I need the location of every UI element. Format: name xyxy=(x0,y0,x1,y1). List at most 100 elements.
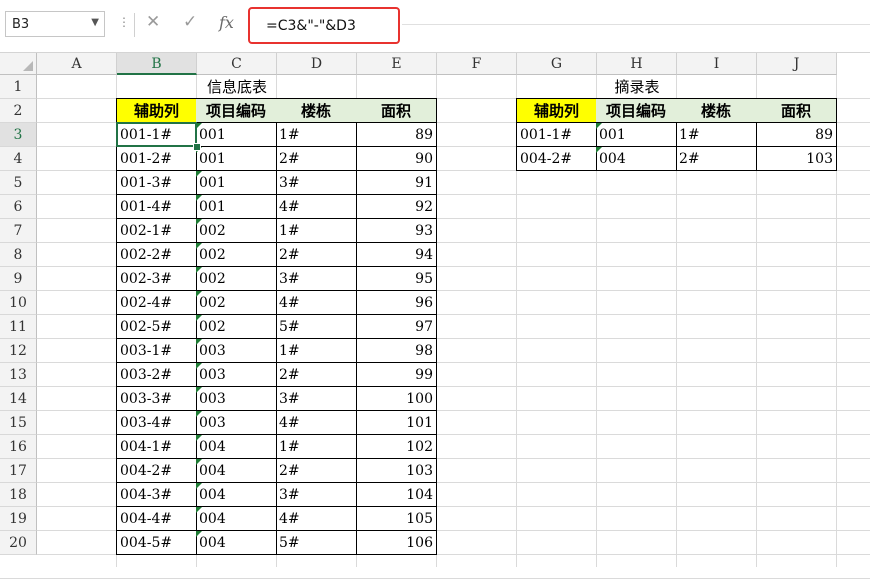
row-header-12[interactable]: 12 xyxy=(0,339,37,363)
source-table-cell[interactable]: 1# xyxy=(276,435,357,459)
source-table-cell[interactable]: 004-3# xyxy=(116,483,197,507)
source-table-cell[interactable]: 90 xyxy=(356,147,437,171)
extract-table-cell[interactable]: 001 xyxy=(596,123,677,147)
source-table-cell[interactable]: 2# xyxy=(276,147,357,171)
active-cell-selection[interactable] xyxy=(116,122,197,147)
source-table-cell[interactable]: 102 xyxy=(356,435,437,459)
row-header-19[interactable]: 19 xyxy=(0,507,37,531)
source-table-cell[interactable]: 99 xyxy=(356,363,437,387)
source-table-cell[interactable]: 004 xyxy=(196,531,277,555)
source-table-cell[interactable]: 004 xyxy=(196,483,277,507)
source-table-cell[interactable]: 4# xyxy=(276,291,357,315)
column-header-c[interactable]: C xyxy=(197,53,277,75)
source-table-cell[interactable]: 002-5# xyxy=(116,315,197,339)
source-table-header-2[interactable]: 楼栋 xyxy=(276,98,357,123)
source-table-cell[interactable]: 105 xyxy=(356,507,437,531)
source-table-cell[interactable]: 4# xyxy=(276,507,357,531)
insert-function-icon[interactable]: fx xyxy=(219,13,234,32)
fill-handle[interactable] xyxy=(193,143,201,151)
source-table-header-0[interactable]: 辅助列 xyxy=(116,98,197,123)
extract-table-header-3[interactable]: 面积 xyxy=(756,98,837,123)
source-table-cell[interactable]: 002-2# xyxy=(116,243,197,267)
source-table-cell[interactable]: 3# xyxy=(276,171,357,195)
source-table-cell[interactable]: 1# xyxy=(276,123,357,147)
extract-table-cell[interactable]: 1# xyxy=(676,123,757,147)
source-table-cell[interactable]: 93 xyxy=(356,219,437,243)
extract-table-header-0[interactable]: 辅助列 xyxy=(516,98,597,123)
row-header-18[interactable]: 18 xyxy=(0,483,37,507)
select-all-button[interactable] xyxy=(0,53,37,75)
source-table-cell[interactable]: 001 xyxy=(196,147,277,171)
column-header-h[interactable]: H xyxy=(597,53,677,75)
source-table-cell[interactable]: 95 xyxy=(356,267,437,291)
row-header-17[interactable]: 17 xyxy=(0,459,37,483)
column-header-e[interactable]: E xyxy=(357,53,437,75)
column-header-f[interactable]: F xyxy=(437,53,517,75)
row-header-10[interactable]: 10 xyxy=(0,291,37,315)
extract-table-header-2[interactable]: 楼栋 xyxy=(676,98,757,123)
source-table-cell[interactable]: 002 xyxy=(196,243,277,267)
extract-table-cell[interactable]: 89 xyxy=(756,123,837,147)
source-table-cell[interactable]: 1# xyxy=(276,219,357,243)
row-header-2[interactable]: 2 xyxy=(0,99,37,123)
source-table-cell[interactable]: 3# xyxy=(276,267,357,291)
column-header-d[interactable]: D xyxy=(277,53,357,75)
source-table-cell[interactable]: 96 xyxy=(356,291,437,315)
extract-table-cell[interactable]: 004 xyxy=(596,147,677,171)
check-icon[interactable]: ✓ xyxy=(183,12,197,32)
source-table-cell[interactable]: 001 xyxy=(196,123,277,147)
row-header-20[interactable]: 20 xyxy=(0,531,37,555)
extract-table-cell[interactable]: 004-2# xyxy=(516,147,597,171)
row-header-16[interactable]: 16 xyxy=(0,435,37,459)
source-table-cell[interactable]: 002 xyxy=(196,219,277,243)
source-table-cell[interactable]: 92 xyxy=(356,195,437,219)
source-table-cell[interactable]: 002-4# xyxy=(116,291,197,315)
source-table-cell[interactable]: 004-5# xyxy=(116,531,197,555)
source-table-cell[interactable]: 003-2# xyxy=(116,363,197,387)
source-table-cell[interactable]: 100 xyxy=(356,387,437,411)
source-table-cell[interactable]: 101 xyxy=(356,411,437,435)
source-table-cell[interactable]: 002-3# xyxy=(116,267,197,291)
source-table-cell[interactable]: 2# xyxy=(276,243,357,267)
source-table-cell[interactable]: 104 xyxy=(356,483,437,507)
source-table-cell[interactable]: 001 xyxy=(196,195,277,219)
row-header-8[interactable]: 8 xyxy=(0,243,37,267)
column-header-i[interactable]: I xyxy=(677,53,757,75)
row-header-3[interactable]: 3 xyxy=(0,123,37,147)
source-table-cell[interactable]: 91 xyxy=(356,171,437,195)
source-table-cell[interactable]: 1# xyxy=(276,339,357,363)
source-table-cell[interactable]: 97 xyxy=(356,315,437,339)
extract-table-cell[interactable]: 2# xyxy=(676,147,757,171)
source-table-cell[interactable]: 2# xyxy=(276,363,357,387)
name-box[interactable]: B3 ▼ xyxy=(5,11,105,37)
source-table-cell[interactable]: 003 xyxy=(196,387,277,411)
source-table-cell[interactable]: 001-3# xyxy=(116,171,197,195)
row-header-7[interactable]: 7 xyxy=(0,219,37,243)
row-header-4[interactable]: 4 xyxy=(0,147,37,171)
source-table-cell[interactable]: 002 xyxy=(196,315,277,339)
source-table-cell[interactable]: 2# xyxy=(276,459,357,483)
source-table-cell[interactable]: 94 xyxy=(356,243,437,267)
row-header-15[interactable]: 15 xyxy=(0,411,37,435)
spreadsheet-grid[interactable]: A B C D E F G H I J 1 2 3 4 5 6 7 8 9 10 11 12 13 14 15 16 17 18 19 2… xyxy=(0,52,870,579)
row-header-11[interactable]: 11 xyxy=(0,315,37,339)
row-header-5[interactable]: 5 xyxy=(0,171,37,195)
source-table-cell[interactable]: 98 xyxy=(356,339,437,363)
extract-table-cell[interactable]: 103 xyxy=(756,147,837,171)
source-table-cell[interactable]: 4# xyxy=(276,411,357,435)
source-table-cell[interactable]: 5# xyxy=(276,315,357,339)
formula-input[interactable]: =C3&"-"&D3 xyxy=(248,7,400,44)
source-table-cell[interactable]: 103 xyxy=(356,459,437,483)
source-table-cell[interactable]: 3# xyxy=(276,387,357,411)
extract-table-header-1[interactable]: 项目编码 xyxy=(596,98,677,123)
source-table-cell[interactable]: 003 xyxy=(196,339,277,363)
source-table-cell[interactable]: 002 xyxy=(196,267,277,291)
source-table-cell[interactable]: 003-1# xyxy=(116,339,197,363)
row-header-13[interactable]: 13 xyxy=(0,363,37,387)
source-table-cell[interactable]: 004 xyxy=(196,507,277,531)
column-header-b[interactable]: B xyxy=(117,53,197,75)
source-table-cell[interactable]: 002 xyxy=(196,291,277,315)
extract-table-cell[interactable]: 001-1# xyxy=(516,123,597,147)
source-table-cell[interactable]: 001-4# xyxy=(116,195,197,219)
row-header-14[interactable]: 14 xyxy=(0,387,37,411)
